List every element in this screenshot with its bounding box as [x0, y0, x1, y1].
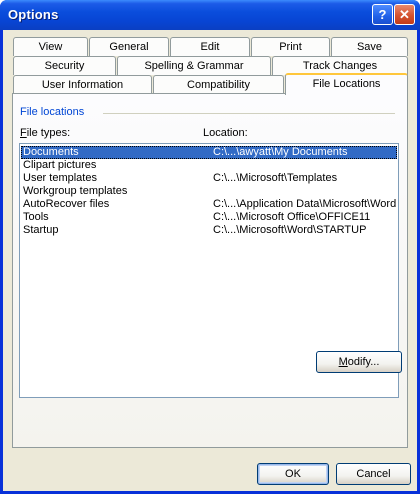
list-item[interactable]: User templates C:\...\Microsoft\Template… [21, 172, 397, 185]
list-item[interactable]: Workgroup templates [21, 185, 397, 198]
close-button[interactable]: ✕ [394, 4, 415, 25]
tab-edit[interactable]: Edit [170, 37, 250, 56]
location-label: Location: [203, 127, 248, 139]
close-icon: ✕ [399, 7, 410, 22]
tab-spelling-grammar[interactable]: Spelling & Grammar [117, 56, 271, 75]
tab-print[interactable]: Print [251, 37, 330, 56]
modify-button[interactable]: Modify... [316, 351, 402, 373]
group-divider [103, 113, 395, 114]
list-item[interactable]: Tools C:\...\Microsoft Office\OFFICE11 [21, 211, 397, 224]
list-item[interactable]: Clipart pictures [21, 159, 397, 172]
dialog-client: View General Edit Print Save Security Sp… [3, 30, 417, 491]
list-item[interactable]: Startup C:\...\Microsoft\Word\STARTUP [21, 224, 397, 237]
file-types-label: File types: [20, 127, 71, 139]
tab-view[interactable]: View [13, 37, 88, 56]
ok-button[interactable]: OK [257, 463, 329, 485]
list-item[interactable]: AutoRecover files C:\...\Application Dat… [21, 198, 397, 211]
tab-save[interactable]: Save [331, 37, 408, 56]
tab-security[interactable]: Security [13, 56, 116, 75]
help-icon: ? [378, 7, 387, 22]
tab-user-information[interactable]: User Information [13, 75, 152, 94]
help-button[interactable]: ? [372, 4, 393, 25]
cancel-button[interactable]: Cancel [336, 463, 411, 485]
dialog-title: Options [8, 7, 59, 22]
list-item[interactable]: Documents C:\...\awyatt\My Documents [21, 146, 397, 159]
title-bar[interactable]: Options ? ✕ [0, 0, 420, 30]
group-label-file-locations: File locations [20, 106, 85, 118]
file-locations-panel: File locations File types: Location: Doc… [12, 93, 408, 448]
tab-general[interactable]: General [89, 37, 169, 56]
tab-file-locations[interactable]: File Locations [285, 73, 408, 95]
tab-compatibility[interactable]: Compatibility [153, 75, 284, 94]
options-dialog: Options ? ✕ View General Edit Print Save… [0, 0, 420, 494]
